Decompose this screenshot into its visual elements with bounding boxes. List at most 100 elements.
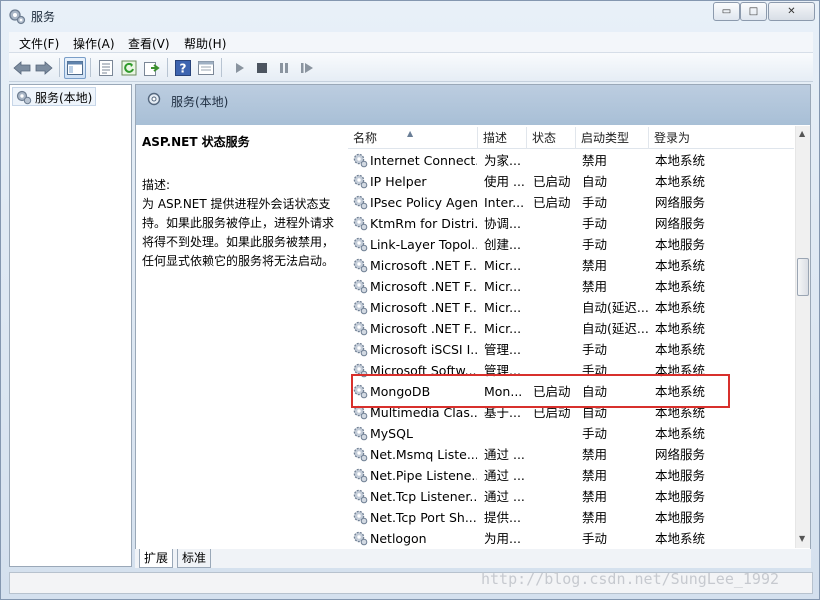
tree-item-services-local[interactable]: 服务(本地) <box>12 87 97 106</box>
column-name[interactable]: 名称 ▲ <box>348 127 478 149</box>
column-status[interactable]: 状态 <box>527 127 576 149</box>
menu-file[interactable]: 文件(F) <box>19 35 59 52</box>
tab-extended[interactable]: 扩展 <box>139 549 174 568</box>
table-row[interactable]: MongoDB Mon... 已启动 自动 本地系统 <box>348 381 794 402</box>
column-description[interactable]: 描述 <box>478 127 527 149</box>
menu-view[interactable]: 查看(V) <box>128 35 170 52</box>
services-pane: 服务(本地) ASP.NET 状态服务 描述: 为 ASP.NET 提供进程外会… <box>135 84 811 567</box>
table-row[interactable]: Net.Msmq Liste... 通过 ... 禁用 网络服务 <box>348 444 794 465</box>
maximize-button[interactable]: □ <box>740 2 767 21</box>
cell-name: Microsoft .NET F... <box>370 300 477 315</box>
close-button[interactable]: ✕ <box>768 2 815 21</box>
service-gear-icon <box>353 321 368 336</box>
title-bar: 服务 ▭ □ ✕ <box>1 1 819 31</box>
service-gear-icon <box>353 174 368 189</box>
service-gear-icon <box>353 384 368 399</box>
cell-status: 已启动 <box>533 195 571 210</box>
forward-button[interactable] <box>33 57 55 79</box>
pause-service-button[interactable] <box>273 57 295 79</box>
cell-name: Link-Layer Topol... <box>370 237 477 252</box>
cell-logon: 本地系统 <box>655 363 706 378</box>
refresh-button[interactable] <box>118 57 140 79</box>
table-row[interactable]: Net.Tcp Listener... 通过 ... 禁用 本地服务 <box>348 486 794 507</box>
table-row[interactable]: IP Helper 使用 ... 已启动 自动 本地系统 <box>348 171 794 192</box>
export-button[interactable] <box>141 57 163 79</box>
cell-desc: Inter... <box>484 195 525 210</box>
cell-startup: 自动 <box>582 384 608 399</box>
start-service-button[interactable] <box>229 57 251 79</box>
back-icon <box>13 61 31 75</box>
tab-standard[interactable]: 标准 <box>177 549 212 568</box>
cell-startup: 手动 <box>582 531 608 546</box>
menu-help[interactable]: 帮助(H) <box>184 35 226 52</box>
console-tree-button[interactable] <box>64 57 86 79</box>
table-row[interactable]: KtmRm for Distri... 协调... 手动 网络服务 <box>348 213 794 234</box>
table-row[interactable]: Netlogon 为用... 手动 本地系统 <box>348 528 794 549</box>
table-row[interactable]: Microsoft .NET F... Micr... 自动(延迟... 本地系统 <box>348 297 794 318</box>
stop-service-button[interactable] <box>251 57 273 79</box>
service-gear-icon <box>353 279 368 294</box>
cell-startup: 自动(延迟... <box>582 321 649 336</box>
cell-desc: Mon... <box>484 384 523 399</box>
column-header: 名称 ▲ 描述 状态 启动类型 登录为 <box>348 127 794 149</box>
table-row[interactable]: Multimedia Clas... 基于... 已启动 自动 本地系统 <box>348 402 794 423</box>
cell-startup: 手动 <box>582 216 608 231</box>
table-row[interactable]: MySQL 手动 本地系统 <box>348 423 794 444</box>
table-row[interactable]: Microsoft Softw... 管理... 手动 本地系统 <box>348 360 794 381</box>
cell-status: 已启动 <box>533 174 571 189</box>
table-row[interactable]: Microsoft iSCSI I... 管理... 手动 本地系统 <box>348 339 794 360</box>
table-row[interactable]: IPsec Policy Agent Inter... 已启动 手动 网络服务 <box>348 192 794 213</box>
back-button[interactable] <box>11 57 33 79</box>
scroll-up-icon[interactable]: ▲ <box>799 129 805 138</box>
toolbar-separator <box>59 58 60 77</box>
resume-service-button[interactable] <box>296 57 318 79</box>
table-row[interactable]: Net.Tcp Port Sh... 提供... 禁用 本地服务 <box>348 507 794 528</box>
table-row[interactable]: Microsoft .NET F... Micr... 禁用 本地系统 <box>348 276 794 297</box>
service-gear-icon <box>353 153 368 168</box>
cell-logon: 本地服务 <box>655 489 706 504</box>
properties-icon <box>99 60 113 76</box>
column-logon-as[interactable]: 登录为 <box>649 127 794 149</box>
vertical-scrollbar[interactable]: ▲ ▼ <box>795 126 810 548</box>
cell-logon: 本地服务 <box>655 468 706 483</box>
close-icon: ✕ <box>787 6 796 17</box>
minimize-button[interactable]: ▭ <box>713 2 740 21</box>
service-gear-icon <box>353 531 368 546</box>
table-row[interactable]: Microsoft .NET F... Micr... 自动(延迟... 本地系统 <box>348 318 794 339</box>
view-button[interactable] <box>195 57 217 79</box>
table-row[interactable]: Link-Layer Topol... 创建... 手动 本地服务 <box>348 234 794 255</box>
table-row[interactable]: Net.Pipe Listene... 通过 ... 禁用 本地服务 <box>348 465 794 486</box>
cell-name: Microsoft .NET F... <box>370 258 477 273</box>
cell-logon: 本地系统 <box>655 426 706 441</box>
table-row[interactable]: Internet Connect... 为家... 禁用 本地系统 <box>348 150 794 171</box>
menu-action[interactable]: 操作(A) <box>73 35 115 52</box>
cell-startup: 手动 <box>582 363 608 378</box>
cell-desc: Micr... <box>484 258 522 273</box>
export-icon <box>144 62 160 76</box>
cell-logon: 本地系统 <box>655 405 706 420</box>
console-tree-icon <box>67 61 83 75</box>
scroll-thumb[interactable] <box>797 258 809 296</box>
table-row[interactable]: Microsoft .NET F... Micr... 禁用 本地系统 <box>348 255 794 276</box>
cell-logon: 本地系统 <box>655 321 706 336</box>
scroll-down-icon[interactable]: ▼ <box>799 534 805 543</box>
cell-desc: Micr... <box>484 300 522 315</box>
cell-startup: 手动 <box>582 195 608 210</box>
services-window: 服务 ▭ □ ✕ 文件(F) 操作(A) 查看(V) 帮助(H) ? 服务(本地… <box>0 0 820 600</box>
cell-name: Net.Msmq Liste... <box>370 447 477 462</box>
cell-desc: 为用... <box>484 531 521 546</box>
cell-startup: 手动 <box>582 426 608 441</box>
help-button[interactable]: ? <box>172 57 194 79</box>
cell-desc: 管理... <box>484 342 521 357</box>
column-startup-type[interactable]: 启动类型 <box>576 127 649 149</box>
cell-logon: 本地系统 <box>655 279 706 294</box>
cell-desc: 创建... <box>484 237 521 252</box>
forward-icon <box>35 61 53 75</box>
service-gear-icon <box>353 405 368 420</box>
cell-startup: 禁用 <box>582 468 608 483</box>
cell-name: IP Helper <box>370 174 427 189</box>
properties-button[interactable] <box>95 57 117 79</box>
cell-status: 已启动 <box>533 405 571 420</box>
cell-logon: 本地系统 <box>655 342 706 357</box>
cell-desc: 基于... <box>484 405 521 420</box>
